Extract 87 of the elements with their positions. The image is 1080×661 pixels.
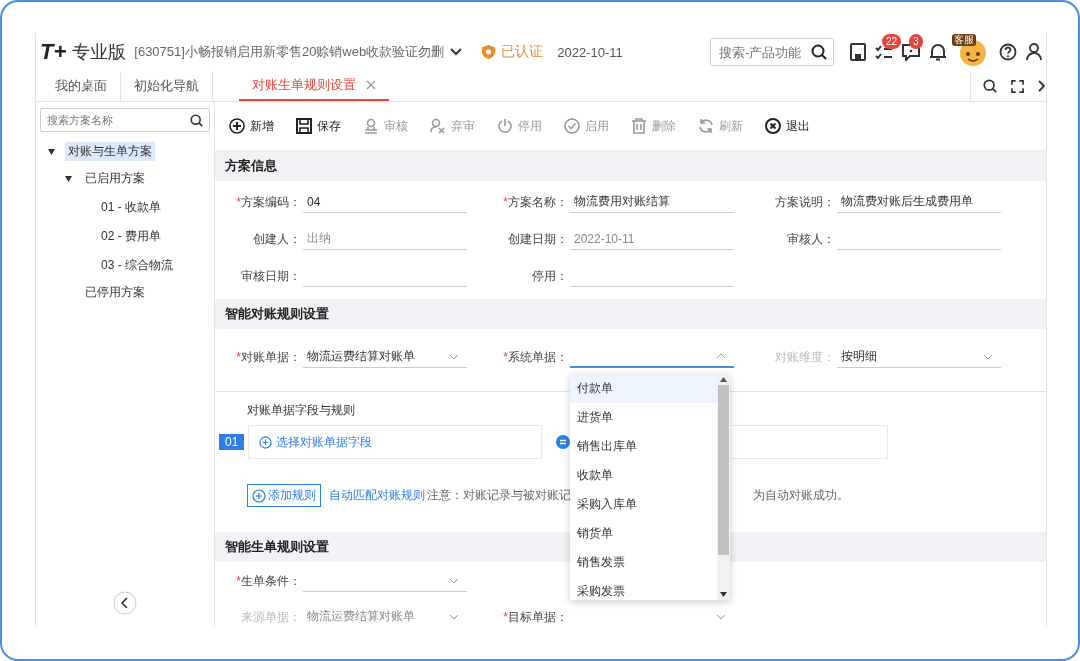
scroll-up-icon[interactable] bbox=[720, 377, 727, 382]
tree-item[interactable]: 01 - 收款单 bbox=[98, 198, 164, 217]
notification-badge: 3 bbox=[909, 34, 923, 49]
dropdown-option[interactable]: 付款单 bbox=[570, 374, 717, 403]
input-field[interactable]: 出纳 bbox=[303, 228, 467, 250]
edition-title: 专业版 bbox=[72, 41, 127, 64]
tree-item[interactable]: 对账与生单方案 bbox=[65, 142, 155, 161]
field-label: *目标单据： bbox=[502, 608, 568, 626]
field-label: 来源单据： bbox=[240, 608, 301, 626]
caret-icon[interactable] bbox=[65, 175, 72, 182]
service-tag[interactable]: 客服 bbox=[952, 34, 976, 46]
section-header: 方案信息 bbox=[215, 151, 1046, 181]
tree-item[interactable]: 02 - 费用单 bbox=[98, 227, 164, 246]
field-label: 对账维度： bbox=[774, 348, 835, 366]
checklist-icon[interactable] bbox=[875, 43, 893, 61]
page-tab[interactable]: 我的桌面 bbox=[42, 71, 121, 101]
add-rule-button[interactable]: 添加规则 bbox=[247, 484, 321, 507]
plus-circle-icon bbox=[229, 118, 245, 134]
field-label: 创建人： bbox=[252, 230, 301, 248]
dropdown-option[interactable]: 收款单 bbox=[570, 461, 717, 490]
user-icon[interactable] bbox=[1026, 43, 1042, 61]
select-field[interactable]: 物流运费结算对账单 bbox=[303, 346, 467, 368]
close-circle-icon bbox=[765, 118, 781, 134]
input-field[interactable]: 物流费对账后生成费用单 bbox=[837, 191, 1001, 213]
dropdown-option[interactable]: 采购发票 bbox=[570, 577, 717, 606]
save-icon bbox=[296, 118, 312, 134]
caret-icon[interactable] bbox=[48, 148, 55, 155]
field-label: 审核日期： bbox=[240, 267, 301, 285]
check-circle-icon bbox=[564, 118, 580, 134]
tree-item[interactable]: 03 - 综合物流 bbox=[98, 256, 176, 275]
collapse-button[interactable] bbox=[113, 591, 137, 615]
note-text: 为自动对账成功。 bbox=[753, 487, 849, 504]
rule-index: 01 bbox=[219, 434, 245, 450]
scrollbar[interactable] bbox=[717, 374, 730, 600]
field-label: 停用： bbox=[531, 267, 568, 285]
field-label: *对账单据： bbox=[235, 348, 301, 366]
field-label: 审核人： bbox=[786, 230, 835, 248]
note-text: 注意：对账记录与被对账记 bbox=[427, 487, 571, 504]
power-icon bbox=[497, 118, 513, 134]
auto-match-link[interactable]: 自动匹配对账规则 bbox=[329, 487, 425, 504]
field-label: *系统单据： bbox=[502, 348, 568, 366]
bell-icon[interactable] bbox=[929, 43, 947, 61]
trash-icon bbox=[631, 118, 647, 134]
field-label: *方案名称： bbox=[502, 193, 568, 211]
field-label: *方案编码： bbox=[235, 193, 301, 211]
header-date: 2022-10-11 bbox=[557, 44, 623, 60]
fullscreen-icon[interactable] bbox=[1011, 79, 1024, 93]
shield-icon bbox=[482, 45, 496, 59]
toolbar-button[interactable]: 退出 bbox=[763, 115, 812, 137]
page-tab[interactable]: 对账生单规则设置 bbox=[239, 71, 389, 101]
section-header: 智能对账规则设置 bbox=[215, 299, 1046, 329]
search-icon[interactable] bbox=[190, 113, 203, 127]
field-label: 创建日期： bbox=[507, 230, 568, 248]
input-field[interactable]: 2022-10-11 bbox=[570, 228, 734, 250]
refresh-icon bbox=[698, 118, 714, 134]
close-icon[interactable] bbox=[366, 80, 376, 90]
plus-circle-icon bbox=[252, 488, 266, 503]
product-search-field[interactable]: 搜索-产品功能 bbox=[710, 38, 834, 66]
verified-label: 已认证 bbox=[501, 43, 544, 61]
toolbar-button[interactable]: 保存 bbox=[294, 115, 343, 137]
dropdown-option[interactable]: 采购入库单 bbox=[570, 490, 717, 519]
tree-item[interactable]: 已停用方案 bbox=[82, 283, 148, 302]
stamp-icon bbox=[363, 118, 379, 134]
select-field-link[interactable]: 选择对账单据字段 bbox=[259, 433, 373, 451]
toolbar-button[interactable]: 新增 bbox=[227, 115, 276, 137]
input-field[interactable]: 物流费用对账结算 bbox=[570, 191, 734, 213]
user-cross-icon bbox=[430, 118, 446, 134]
search-icon[interactable] bbox=[983, 79, 997, 93]
dropdown-option[interactable]: 销售出库单 bbox=[570, 432, 717, 461]
search-icon[interactable] bbox=[811, 44, 827, 60]
company-name[interactable]: [630751]小畅报销启用新零售20赊销web收款验证勿删 bbox=[134, 43, 445, 61]
rules-title: 对账单据字段与规则 bbox=[247, 402, 355, 419]
chevron-down-icon[interactable] bbox=[450, 48, 463, 56]
plus-circle-icon bbox=[259, 435, 273, 449]
app-logo: T+ bbox=[40, 39, 67, 65]
input-field[interactable]: 04 bbox=[303, 191, 467, 213]
chevron-right-icon[interactable] bbox=[1038, 80, 1046, 92]
notification-badge: 22 bbox=[882, 34, 902, 49]
message-icon[interactable] bbox=[902, 43, 920, 61]
dropdown-option[interactable]: 进货单 bbox=[570, 403, 717, 432]
scroll-down-icon[interactable] bbox=[720, 592, 727, 597]
field-label: 方案说明： bbox=[774, 193, 835, 211]
scheme-search-field[interactable]: 搜索方案名称 bbox=[40, 108, 210, 132]
help-icon[interactable] bbox=[999, 43, 1017, 61]
field-label: *生单条件： bbox=[235, 572, 301, 590]
tree-item[interactable]: 已启用方案 bbox=[82, 169, 148, 188]
page-tab[interactable]: 初始化导航 bbox=[121, 71, 213, 101]
